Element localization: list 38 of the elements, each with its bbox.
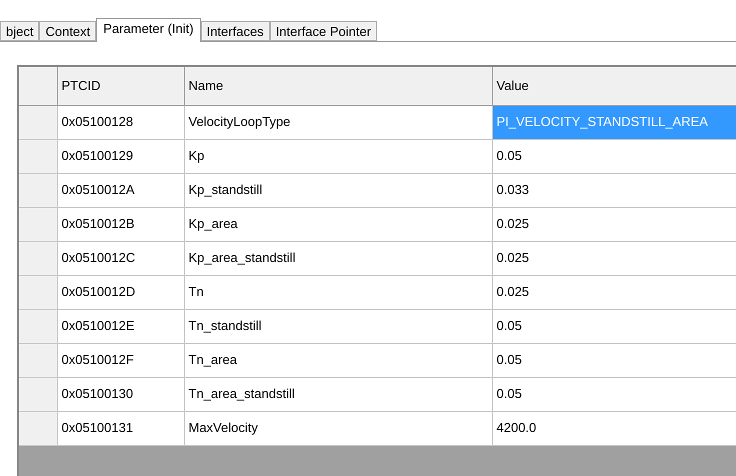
column-header[interactable]: PTCID: [57, 67, 184, 105]
table-cell: VelocityLoopType: [184, 105, 492, 139]
table-cell: Kp: [184, 139, 492, 173]
table-cell: 0x05100130: [57, 377, 184, 411]
table-cell: Tn_area: [184, 343, 492, 377]
table-cell: 0x0510012D: [57, 275, 184, 309]
table-cell: 0.05: [492, 139, 736, 173]
table-cell: 0.05: [492, 309, 736, 343]
table-cell: MaxVelocity: [184, 411, 492, 445]
tab[interactable]: bject: [0, 21, 40, 41]
table-cell: Kp_area_standstill: [184, 241, 492, 275]
table-cell: 0x0510012B: [57, 207, 184, 241]
table-cell: 0x0510012C: [57, 241, 184, 275]
tab[interactable]: Parameter (Init): [96, 18, 201, 42]
table-cell: 0x0510012E: [57, 309, 184, 343]
table-cell: 0.05: [492, 343, 736, 377]
table-cell: 0.033: [492, 173, 736, 207]
table-cell: 0.025: [492, 241, 736, 275]
table-cell: Tn_area_standstill: [184, 377, 492, 411]
column-header[interactable]: Name: [184, 67, 492, 105]
table-cell: Kp_area: [184, 207, 492, 241]
table-cell: 0x0510012F: [57, 343, 184, 377]
table-cell: 0x05100128: [57, 105, 184, 139]
table-cell: 4200.0: [492, 411, 736, 445]
table-cell: 0.025: [492, 275, 736, 309]
table-cell: 0.025: [492, 207, 736, 241]
table-cell: 0x05100129: [57, 139, 184, 173]
table-cell: 0.05: [492, 377, 736, 411]
table-cell: PI_VELOCITY_STANDSTILL_AREA: [492, 105, 736, 139]
tab[interactable]: Interfaces: [200, 21, 270, 41]
table-cell: 0x0510012A: [57, 173, 184, 207]
table-cell: Kp_standstill: [184, 173, 492, 207]
table-cell: Tn_standstill: [184, 309, 492, 343]
column-header[interactable]: Value: [492, 67, 736, 105]
table-cell: Tn: [184, 275, 492, 309]
tab[interactable]: Context: [39, 21, 96, 41]
tab[interactable]: Interface Pointer: [270, 21, 378, 41]
table-cell: 0x05100131: [57, 411, 184, 445]
